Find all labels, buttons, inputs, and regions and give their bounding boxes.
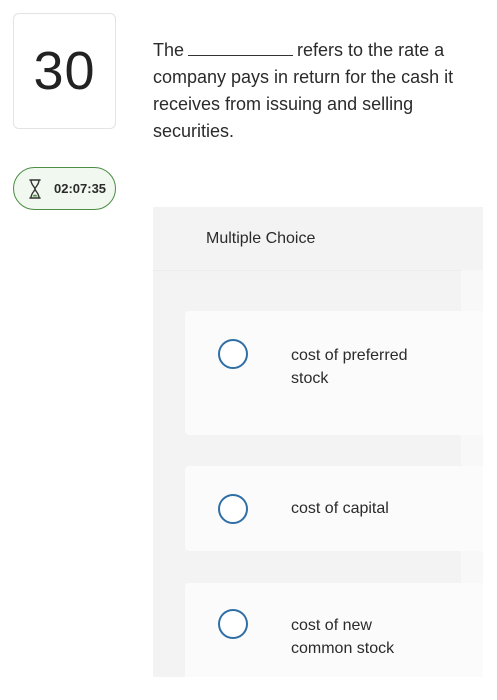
question-text: The refers to the rate a company pays in … bbox=[153, 37, 473, 145]
multiple-choice-header: Multiple Choice bbox=[206, 229, 316, 247]
radio-button[interactable] bbox=[218, 609, 248, 639]
timer-value: 02:07:35 bbox=[54, 181, 107, 196]
question-number-card: 30 bbox=[13, 13, 116, 129]
answer-option-label: cost of capital bbox=[291, 500, 389, 517]
question-text-before: The bbox=[153, 40, 185, 60]
radio-button[interactable] bbox=[218, 494, 248, 524]
hourglass-icon bbox=[28, 178, 42, 199]
answer-option[interactable]: cost of preferred stock bbox=[185, 311, 483, 435]
answer-option[interactable]: cost of capital bbox=[185, 466, 483, 551]
answer-option-label: cost of preferred stock bbox=[291, 347, 408, 387]
radio-button[interactable] bbox=[218, 339, 248, 369]
question-number: 30 bbox=[33, 41, 96, 101]
answer-option[interactable]: cost of new common stock bbox=[185, 583, 483, 677]
header-divider bbox=[153, 270, 483, 271]
multiple-choice-panel: Multiple Choice cost of preferred stock … bbox=[153, 207, 483, 677]
question-page: 30 The refers to the rate a company pays … bbox=[0, 0, 497, 700]
answer-option-label: cost of new common stock bbox=[291, 617, 395, 657]
question-blank bbox=[188, 41, 294, 56]
timer-badge: 02:07:35 bbox=[13, 167, 116, 210]
